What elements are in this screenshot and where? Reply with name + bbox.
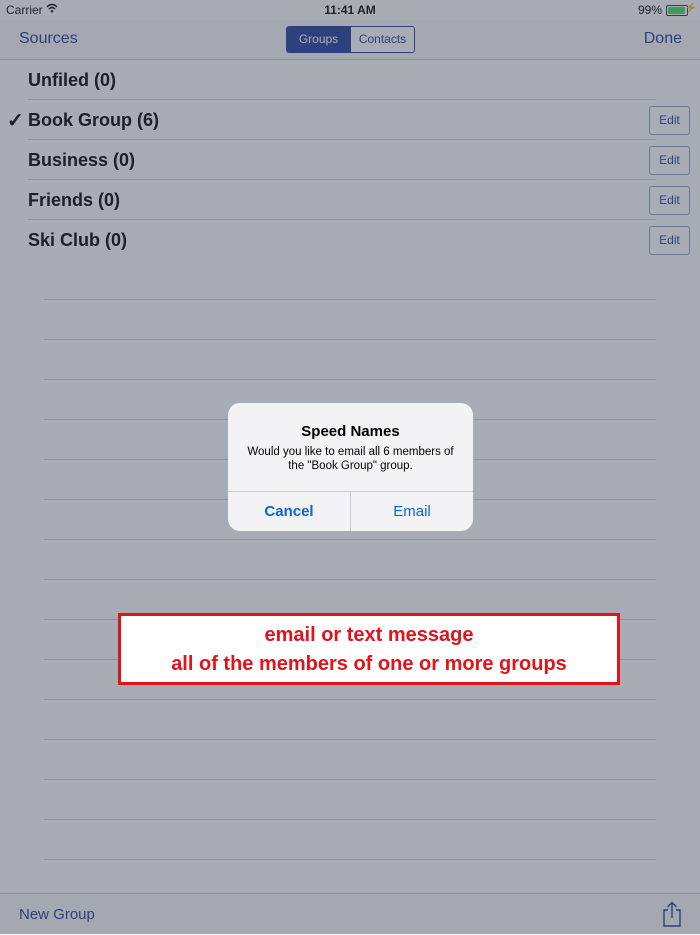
cancel-button[interactable]: Cancel [228, 492, 351, 531]
alert-title: Speed Names [301, 423, 400, 440]
email-button[interactable]: Email [351, 492, 473, 531]
callout-line-2: all of the members of one or more groups [171, 653, 567, 675]
promo-callout: email or text message all of the members… [118, 613, 620, 685]
alert-message: Would you like to email all 6 members of… [247, 446, 454, 472]
alert-dialog: Speed Names Would you like to email all … [228, 403, 473, 531]
app-screen: Carrier 11:41 AM 99% ⚡ Sources Groups Co… [0, 0, 700, 935]
alert-buttons: Cancel Email [228, 491, 473, 531]
callout-line-1: email or text message [264, 624, 474, 646]
